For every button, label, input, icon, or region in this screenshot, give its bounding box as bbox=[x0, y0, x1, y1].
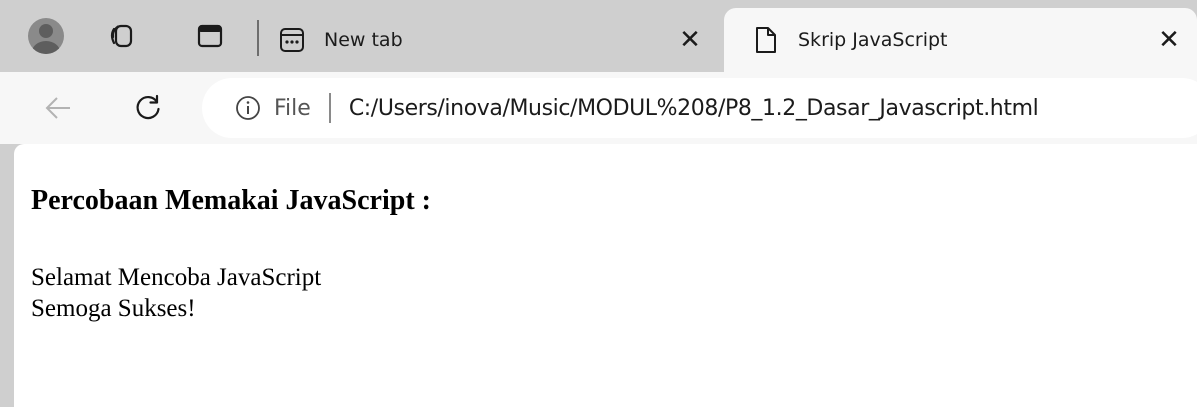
page-viewport: Percobaan Memakai JavaScript : Selamat M… bbox=[14, 144, 1197, 407]
page-heading: Percobaan Memakai JavaScript : bbox=[31, 185, 431, 216]
refresh-icon bbox=[136, 94, 160, 120]
new-tab-icon bbox=[278, 26, 306, 54]
page-icon bbox=[752, 26, 780, 54]
tab-strip: New tab ✕ Skrip JavaScript ✕ bbox=[0, 0, 1197, 72]
info-icon[interactable] bbox=[234, 94, 262, 122]
tab-separator bbox=[257, 20, 259, 56]
collections-button[interactable] bbox=[104, 18, 140, 54]
url-text[interactable]: C:/Users/inova/Music/MODUL%208/P8_1.2_Da… bbox=[349, 96, 1039, 121]
refresh-button[interactable] bbox=[128, 88, 168, 128]
url-divider bbox=[328, 93, 331, 123]
window-icon bbox=[197, 24, 223, 48]
site-scheme-label[interactable]: File bbox=[274, 96, 311, 121]
avatar-icon bbox=[28, 18, 64, 54]
tab-skrip-javascript[interactable]: Skrip JavaScript ✕ bbox=[724, 8, 1197, 72]
back-button[interactable] bbox=[38, 88, 78, 128]
page-text-line: Semoga Sukses! bbox=[31, 295, 196, 322]
collections-icon bbox=[110, 24, 133, 48]
back-arrow-icon bbox=[45, 97, 70, 119]
close-tab-icon[interactable]: ✕ bbox=[676, 26, 704, 54]
profile-button[interactable] bbox=[28, 18, 64, 54]
tab-title: Skrip JavaScript bbox=[798, 29, 948, 51]
page-text-line: Selamat Mencoba JavaScript bbox=[31, 264, 322, 291]
tab-title: New tab bbox=[324, 29, 403, 51]
browser-toolbar: File C:/Users/inova/Music/MODUL%208/P8_1… bbox=[0, 72, 1197, 144]
tab-actions-button[interactable] bbox=[192, 18, 228, 54]
address-bar[interactable]: File C:/Users/inova/Music/MODUL%208/P8_1… bbox=[202, 78, 1197, 138]
close-tab-icon[interactable]: ✕ bbox=[1155, 26, 1183, 54]
tab-new-tab[interactable]: New tab ✕ bbox=[270, 8, 720, 72]
